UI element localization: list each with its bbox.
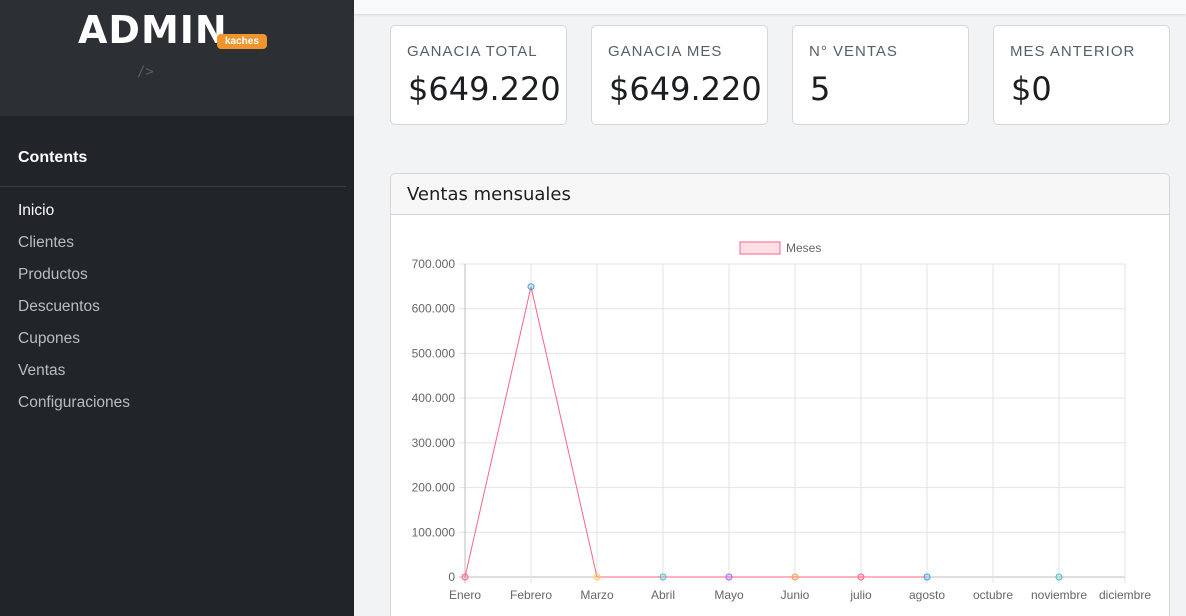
stat-value: $0	[1011, 70, 1052, 108]
sidebar-divider	[0, 186, 346, 187]
data-point	[461, 573, 469, 581]
brand-badge: kaches	[217, 34, 267, 49]
sidebar-nav: Inicio Clientes Productos Descuentos Cup…	[18, 200, 130, 424]
x-tick-label: octubre	[973, 588, 1013, 602]
series-line	[465, 287, 1059, 577]
x-tick-label: Junio	[781, 588, 810, 602]
x-tick-label: Mayo	[714, 588, 744, 602]
stat-value: $649.220	[609, 70, 762, 108]
stat-card-mes-anterior: MES ANTERIOR $0	[993, 25, 1170, 125]
data-point	[857, 573, 865, 581]
brand-area: ADMIN kaches />	[0, 0, 354, 116]
y-tick-label: 100.000	[412, 525, 456, 539]
x-tick-label: diciembre	[1099, 588, 1151, 602]
stat-card-ganancia-total: GANACIA TOTAL $649.220	[390, 25, 567, 125]
top-bar	[354, 0, 1186, 14]
data-point	[1055, 573, 1063, 581]
contents-heading: Contents	[18, 149, 88, 166]
x-tick-label: agosto	[909, 588, 945, 602]
x-tick-label: Abril	[651, 588, 675, 602]
y-tick-label: 600.000	[412, 302, 456, 316]
sidebar-item-inicio[interactable]: Inicio	[18, 200, 130, 232]
x-tick-label: julio	[849, 588, 872, 602]
sales-chart-card: Ventas mensuales 0 100.000 200.000 300.000 4…	[390, 173, 1170, 616]
x-tick-label: Enero	[449, 588, 481, 602]
data-point	[923, 573, 931, 581]
y-tick-label: 200.000	[412, 481, 456, 495]
brand-subtitle: />	[137, 64, 154, 80]
legend-label: Meses	[786, 241, 821, 255]
y-tick-label: 0	[448, 570, 455, 584]
stat-label: MES ANTERIOR	[1010, 43, 1136, 60]
stat-label: GANACIA MES	[608, 43, 723, 60]
legend-swatch	[739, 241, 781, 255]
x-tick-label: Marzo	[580, 588, 614, 602]
stat-card-num-ventas: N° VENTAS 5	[792, 25, 969, 125]
data-point	[725, 573, 733, 581]
x-tick-label: Febrero	[510, 588, 552, 602]
sidebar-item-configuraciones[interactable]: Configuraciones	[18, 392, 130, 424]
data-point	[659, 573, 667, 581]
data-point	[593, 573, 601, 581]
brand-title[interactable]: ADMIN	[78, 8, 228, 52]
data-point	[527, 283, 535, 291]
sidebar-item-clientes[interactable]: Clientes	[18, 232, 130, 264]
y-tick-label: 400.000	[412, 391, 456, 405]
sidebar-item-productos[interactable]: Productos	[18, 264, 130, 296]
sales-line-chart[interactable]: 0 100.000 200.000 300.000 400.000 500.000 600.…	[391, 216, 1170, 616]
stat-label: GANACIA TOTAL	[407, 43, 538, 60]
sidebar-item-ventas[interactable]: Ventas	[18, 360, 130, 392]
stat-value: $649.220	[408, 70, 561, 108]
stat-label: N° VENTAS	[809, 43, 898, 60]
sidebar: ADMIN kaches /> Contents Inicio Clientes…	[0, 0, 354, 616]
y-tick-label: 300.000	[412, 436, 456, 450]
stat-value: 5	[810, 70, 831, 108]
stat-card-ganancia-mes: GANACIA MES $649.220	[591, 25, 768, 125]
sidebar-item-cupones[interactable]: Cupones	[18, 328, 130, 360]
y-tick-label: 500.000	[412, 346, 456, 360]
y-tick-label: 700.000	[412, 257, 456, 271]
sidebar-item-descuentos[interactable]: Descuentos	[18, 296, 130, 328]
chart-card-title: Ventas mensuales	[391, 174, 1169, 215]
data-point	[791, 573, 799, 581]
x-tick-label: noviembre	[1031, 588, 1087, 602]
